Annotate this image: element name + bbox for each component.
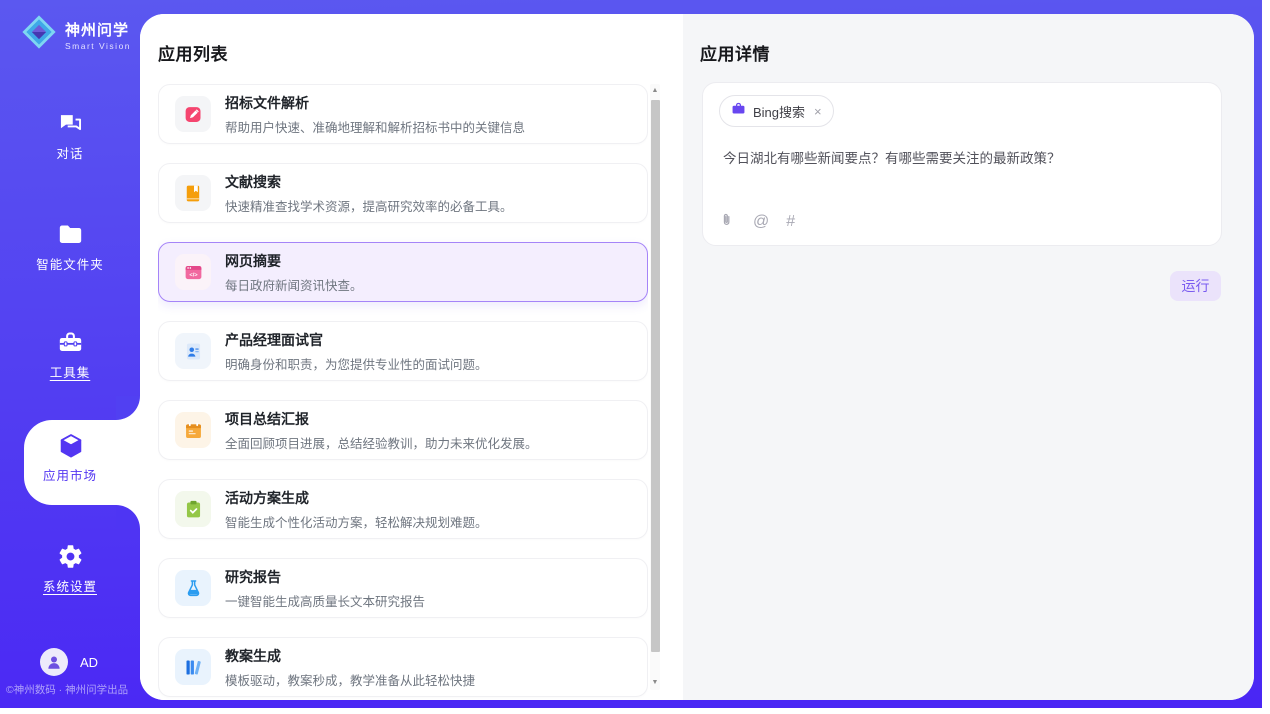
app-card[interactable]: 活动方案生成智能生成个性化活动方案，轻松解决规划难题。: [158, 479, 648, 539]
app-list: 招标文件解析帮助用户快速、准确地理解和解析招标书中的关键信息文献搜索快速精准查找…: [158, 84, 648, 700]
brand-tagline: Smart Vision: [65, 41, 131, 51]
hash-icon[interactable]: #: [786, 214, 795, 230]
app-card[interactable]: 产品经理面试官明确身份和职责，为您提供专业性的面试问题。: [158, 321, 648, 381]
clipboard-check-icon: [175, 491, 211, 527]
app-name: 项目总结汇报: [225, 409, 538, 429]
sidebar-item-smart-folders[interactable]: 智能文件夹: [0, 221, 140, 274]
briefcase-icon: [731, 101, 746, 121]
app-detail-panel: 应用详情 Bing搜索 × 今日湖北有哪些新闻要点？有哪些需要关注的最新政策？: [683, 14, 1254, 700]
chat-icon: [57, 110, 84, 137]
brand-logo: 神州问学 Smart Vision: [20, 13, 131, 56]
app-list-panel: 应用列表 招标文件解析帮助用户快速、准确地理解和解析招标书中的关键信息文献搜索快…: [140, 14, 683, 700]
paperclip-icon[interactable]: [721, 212, 736, 232]
app-card[interactable]: 教案生成模板驱动，教案秒成，教学准备从此轻松快捷: [158, 637, 648, 697]
folder-icon: [57, 221, 84, 248]
browser-code-icon: </>: [175, 254, 211, 290]
app-desc: 每日政府新闻资讯快查。: [225, 275, 363, 294]
brand-name: 神州问学: [65, 19, 131, 40]
scroll-up-icon[interactable]: ▲: [650, 84, 660, 98]
app-card[interactable]: 研究报告一键智能生成高质量长文本研究报告: [158, 558, 648, 618]
scrollbar-thumb[interactable]: [651, 100, 660, 652]
books-icon: [175, 649, 211, 685]
run-button[interactable]: 运行: [1170, 271, 1221, 301]
sidebar-item-label: 智能文件夹: [36, 258, 104, 272]
app-desc: 全面回顾项目进展，总结经验教训，助力未来优化发展。: [225, 433, 538, 452]
sidebar: 神州问学 Smart Vision 对话 智能文件夹: [0, 0, 140, 708]
tool-tag-label: Bing搜索: [753, 102, 805, 121]
interviewer-icon: [175, 333, 211, 369]
sidebar-footer: ©神州数码 · 神州问学出品: [6, 682, 128, 697]
main-content: 应用列表 招标文件解析帮助用户快速、准确地理解和解析招标书中的关键信息文献搜索快…: [140, 14, 1254, 700]
app-desc: 模板驱动，教案秒成，教学准备从此轻松快捷: [225, 670, 475, 689]
sidebar-item-app-market[interactable]: 应用市场: [0, 432, 140, 485]
app-desc: 一键智能生成高质量长文本研究报告: [225, 591, 425, 610]
sidebar-item-label: 工具集: [50, 366, 91, 380]
tag-close-icon[interactable]: ×: [814, 104, 822, 119]
app-desc: 帮助用户快速、准确地理解和解析招标书中的关键信息: [225, 117, 525, 136]
app-card[interactable]: 招标文件解析帮助用户快速、准确地理解和解析招标书中的关键信息: [158, 84, 648, 144]
bubble-fillet-top: [116, 396, 140, 420]
query-card: Bing搜索 × 今日湖北有哪些新闻要点？有哪些需要关注的最新政策？ @ #: [702, 82, 1222, 246]
sidebar-item-chat[interactable]: 对话: [0, 110, 140, 163]
app-name: 网页摘要: [225, 251, 363, 271]
edit-square-icon: [175, 96, 211, 132]
app-root: 神州问学 Smart Vision 对话 智能文件夹: [0, 0, 1262, 708]
sidebar-item-settings[interactable]: 系统设置: [0, 543, 140, 596]
app-card[interactable]: 项目总结汇报全面回顾项目进展，总结经验教训，助力未来优化发展。: [158, 400, 648, 460]
app-desc: 智能生成个性化活动方案，轻松解决规划难题。: [225, 512, 488, 531]
gear-icon: [57, 543, 84, 570]
sidebar-item-label: 对话: [56, 147, 83, 161]
app-name: 活动方案生成: [225, 488, 488, 508]
app-card[interactable]: </> 网页摘要每日政府新闻资讯快查。: [158, 242, 648, 302]
calendar-icon: [175, 412, 211, 448]
flask-icon: [175, 570, 211, 606]
book-icon: [175, 175, 211, 211]
at-sign-icon[interactable]: @: [753, 214, 769, 230]
app-desc: 明确身份和职责，为您提供专业性的面试问题。: [225, 354, 488, 373]
app-name: 教案生成: [225, 646, 475, 666]
scroll-down-icon[interactable]: ▼: [650, 676, 660, 690]
bubble-fillet-bottom: [116, 505, 140, 529]
app-detail-title: 应用详情: [700, 40, 770, 65]
sidebar-item-label: 系统设置: [43, 580, 97, 594]
app-name: 产品经理面试官: [225, 330, 488, 350]
brand-diamond-icon: [20, 13, 58, 56]
app-card[interactable]: 文献搜索快速精准查找学术资源，提高研究效率的必备工具。: [158, 163, 648, 223]
app-desc: 快速精准查找学术资源，提高研究效率的必备工具。: [225, 196, 513, 215]
input-toolbar: @ #: [721, 212, 795, 232]
query-input[interactable]: 今日湖北有哪些新闻要点？有哪些需要关注的最新政策？: [723, 149, 1201, 169]
svg-text:</>: </>: [189, 272, 198, 278]
user-label: AD: [80, 655, 98, 670]
user-avatar-icon: [40, 648, 68, 676]
app-list-title: 应用列表: [158, 40, 228, 65]
tool-tag-bing-search[interactable]: Bing搜索 ×: [719, 95, 834, 127]
sidebar-item-label: 应用市场: [43, 469, 97, 483]
toolbox-icon: [57, 329, 84, 356]
app-name: 招标文件解析: [225, 93, 525, 113]
app-name: 研究报告: [225, 567, 425, 587]
sidebar-item-toolset[interactable]: 工具集: [0, 329, 140, 382]
app-list-scrollbar[interactable]: ▲ ▼: [650, 84, 660, 690]
cube-icon: [57, 432, 84, 459]
app-name: 文献搜索: [225, 172, 513, 192]
user-account[interactable]: AD: [40, 648, 98, 676]
